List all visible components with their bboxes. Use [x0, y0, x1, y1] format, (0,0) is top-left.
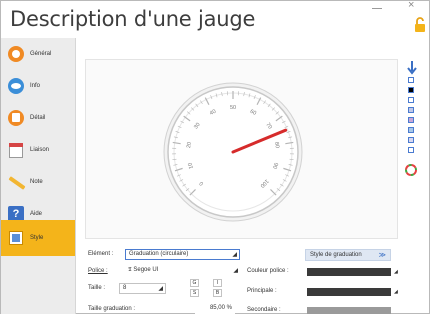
chevron-down-icon: ◢ — [232, 252, 237, 258]
color-wheel-icon[interactable] — [405, 164, 417, 176]
properties-panel: Elément : Graduation (circulaire) ◢ Styl… — [85, 246, 405, 314]
chevron-down-icon: ◢ — [233, 268, 238, 274]
arrow-down-icon[interactable] — [406, 61, 418, 75]
color-swatch[interactable] — [408, 127, 414, 133]
sidebar-item-liaison[interactable]: Liaison — [1, 134, 75, 166]
strike-button[interactable]: B — [213, 289, 222, 297]
taille-graduation-value: 85,00 % — [209, 305, 232, 311]
color-swatch[interactable] — [408, 107, 414, 113]
general-icon — [7, 45, 25, 63]
close-button[interactable]: × — [408, 0, 414, 11]
sidebar-item-label: Aide — [30, 211, 43, 217]
sidebar-item-style[interactable]: Style — [1, 220, 75, 256]
style-button-label: Style de graduation — [310, 252, 362, 258]
color-swatch[interactable] — [408, 137, 414, 143]
taille-input[interactable]: 8 ◢ — [119, 283, 166, 294]
element-select[interactable]: Graduation (circulaire) ◢ — [125, 249, 240, 260]
color-swatch[interactable] — [408, 77, 414, 83]
sidebar-item-label: Style — [30, 235, 44, 241]
police-label: Police : — [88, 268, 108, 274]
chevron-down-icon[interactable]: ◢ — [394, 269, 398, 275]
detail-icon — [7, 109, 25, 127]
gauge-tick-label: 50 — [230, 105, 236, 111]
taille-graduation-label: Taille graduation : — [88, 306, 136, 312]
double-chevron-icon: ≫ — [378, 252, 386, 259]
pencil-icon — [7, 173, 26, 191]
sidebar-item-label: Détail — [30, 115, 46, 121]
color-swatch[interactable] — [408, 97, 414, 103]
police-value: Segoe UI — [133, 267, 159, 273]
info-icon — [7, 77, 25, 95]
color-swatch[interactable] — [408, 87, 414, 93]
taille-value: 8 — [123, 285, 127, 291]
sidebar-item-general[interactable]: Général — [1, 38, 75, 70]
sidebar-item-note[interactable]: Note — [1, 166, 75, 198]
sidebar-item-label: Général — [30, 51, 52, 57]
sidebar-item-label: Info — [30, 83, 41, 89]
minimize-button[interactable] — [372, 1, 382, 9]
secondaire-swatch[interactable] — [307, 307, 391, 314]
principale-label: Principale : — [247, 288, 277, 294]
window-frame: Description d'une jauge × Général Info D… — [0, 0, 430, 314]
sidebar-item-detail[interactable]: Détail — [1, 102, 75, 134]
taille-label: Taille : — [88, 285, 106, 291]
liaison-icon — [7, 141, 25, 159]
color-swatch[interactable] — [408, 117, 414, 123]
principale-swatch[interactable] — [307, 288, 391, 296]
window-title: Description d'une jauge — [10, 7, 256, 31]
police-select[interactable]: 𝕿 Segoe UI ◢ — [125, 266, 240, 277]
gauge-tick-label: 80 — [273, 142, 280, 149]
sidebar-item-label: Liaison — [30, 147, 50, 153]
lock-icon[interactable] — [413, 17, 427, 33]
gauge-dial[interactable]: 0102030405060708090100 — [86, 60, 399, 240]
style-icon — [7, 229, 25, 247]
gauge-tick-label: 20 — [186, 142, 193, 149]
underline-button[interactable]: S — [190, 289, 199, 297]
italic-button[interactable]: I — [213, 279, 222, 287]
sidebar: Général Info Détail Liaison Note ? Aide … — [1, 38, 76, 314]
chevron-down-icon: ◢ — [158, 286, 163, 292]
element-value: Graduation (circulaire) — [129, 251, 189, 257]
color-swatch[interactable] — [408, 147, 414, 153]
taille-graduation-input[interactable]: 85,00 % — [195, 304, 235, 314]
secondaire-label: Secondaire : — [247, 307, 281, 313]
couleur-police-swatch[interactable] — [307, 268, 391, 276]
gauge-preview: 0 10 20 30 40 50 60 70 80 90 100 — [85, 59, 398, 239]
chevron-down-icon[interactable]: ◢ — [394, 289, 398, 295]
sidebar-item-label: Note — [30, 179, 43, 185]
bold-button[interactable]: G — [190, 279, 199, 287]
couleur-police-label: Couleur police : — [247, 268, 289, 274]
style-graduation-button[interactable]: Style de graduation ≫ — [305, 249, 391, 261]
element-label: Elément : — [88, 251, 114, 257]
sidebar-item-info[interactable]: Info — [1, 70, 75, 102]
